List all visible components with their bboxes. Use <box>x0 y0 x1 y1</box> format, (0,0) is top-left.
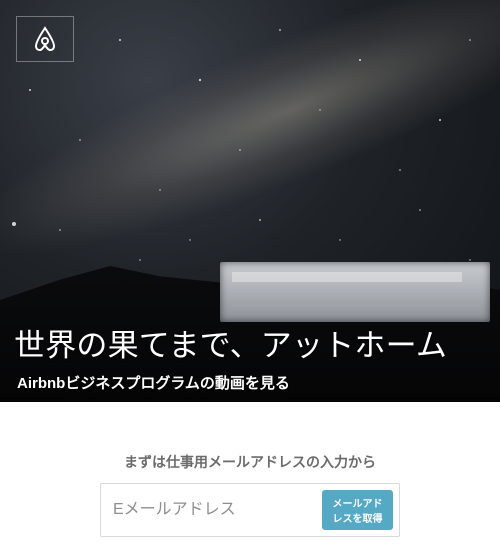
signup-section: まずは仕事用メールアドレスの入力から メールアドレスを取得 <box>0 402 500 551</box>
airbnb-logo-icon <box>34 26 56 51</box>
hero-title: 世界の果てまで、アットホーム <box>14 328 448 363</box>
hero-banner: 世界の果てまで、アットホーム Airbnbビジネスプログラムの動画を見る <box>0 0 500 402</box>
airbnb-logo-link[interactable] <box>16 16 74 62</box>
email-input[interactable] <box>111 500 322 520</box>
signup-prompt: まずは仕事用メールアドレスの入力から <box>124 454 376 470</box>
email-form: メールアドレスを取得 <box>100 483 400 537</box>
get-email-button[interactable]: メールアドレスを取得 <box>322 490 393 530</box>
watch-video-link[interactable]: Airbnbビジネスプログラムの動画を見る <box>17 372 290 393</box>
observatory-building <box>220 262 490 322</box>
